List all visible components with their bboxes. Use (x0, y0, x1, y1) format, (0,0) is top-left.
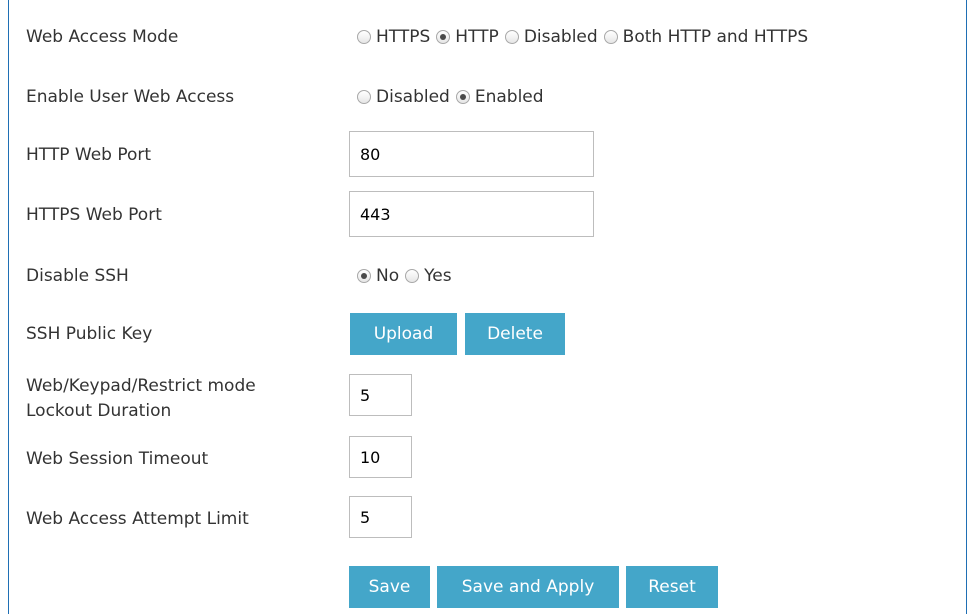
disable-ssh-no-radio[interactable] (357, 269, 371, 283)
user-web-access-disabled-radio[interactable] (357, 90, 371, 104)
user-web-access-disabled-label: Disabled (376, 87, 450, 107)
web-access-attempt-limit-input[interactable] (349, 496, 412, 538)
disable-ssh-no-label: No (376, 266, 400, 286)
enable-user-web-access-label: Enable User Web Access (26, 87, 235, 107)
web-access-mode-disabled-radio[interactable] (504, 30, 519, 44)
lockout-duration-label-line1: Web/Keypad/Restrict mode (26, 376, 256, 396)
lockout-duration-label-line2: Lockout Duration (26, 401, 172, 421)
user-web-access-enabled-radio[interactable] (455, 90, 470, 104)
enable-user-web-access-radio-group: Disabled Enabled (357, 86, 550, 108)
web-access-mode-label: Web Access Mode (26, 27, 179, 47)
web-access-mode-both-radio[interactable] (603, 30, 618, 44)
web-session-timeout-input[interactable] (349, 436, 412, 478)
web-access-mode-disabled-label: Disabled (523, 27, 598, 47)
web-access-mode-radio-group: HTTPS HTTP Disabled Both HTTP and HTTPS (357, 26, 814, 48)
upload-button[interactable]: Upload (350, 313, 457, 355)
disable-ssh-label: Disable SSH (26, 266, 129, 286)
http-web-port-input[interactable] (349, 131, 594, 177)
web-access-mode-https-radio[interactable] (357, 30, 371, 44)
web-session-timeout-label: Web Session Timeout (26, 449, 209, 469)
delete-button[interactable]: Delete (465, 313, 565, 355)
lockout-duration-input[interactable] (349, 374, 412, 416)
user-web-access-enabled-label: Enabled (474, 87, 544, 107)
save-and-apply-button[interactable]: Save and Apply (437, 566, 619, 608)
web-access-mode-both-label: Both HTTP and HTTPS (622, 27, 809, 47)
https-web-port-label: HTTPS Web Port (26, 205, 162, 225)
reset-button[interactable]: Reset (626, 566, 718, 608)
ssh-public-key-label: SSH Public Key (26, 324, 153, 344)
web-access-mode-http-radio[interactable] (436, 30, 451, 44)
save-button[interactable]: Save (349, 566, 430, 608)
disable-ssh-radio-group: No Yes (357, 265, 458, 287)
disable-ssh-yes-label: Yes (424, 266, 452, 286)
web-access-attempt-limit-label: Web Access Attempt Limit (26, 509, 249, 529)
http-web-port-label: HTTP Web Port (26, 145, 152, 165)
web-access-mode-http-label: HTTP (455, 27, 499, 47)
https-web-port-input[interactable] (349, 191, 594, 237)
disable-ssh-yes-radio[interactable] (405, 269, 420, 283)
web-access-mode-https-label: HTTPS (376, 27, 431, 47)
